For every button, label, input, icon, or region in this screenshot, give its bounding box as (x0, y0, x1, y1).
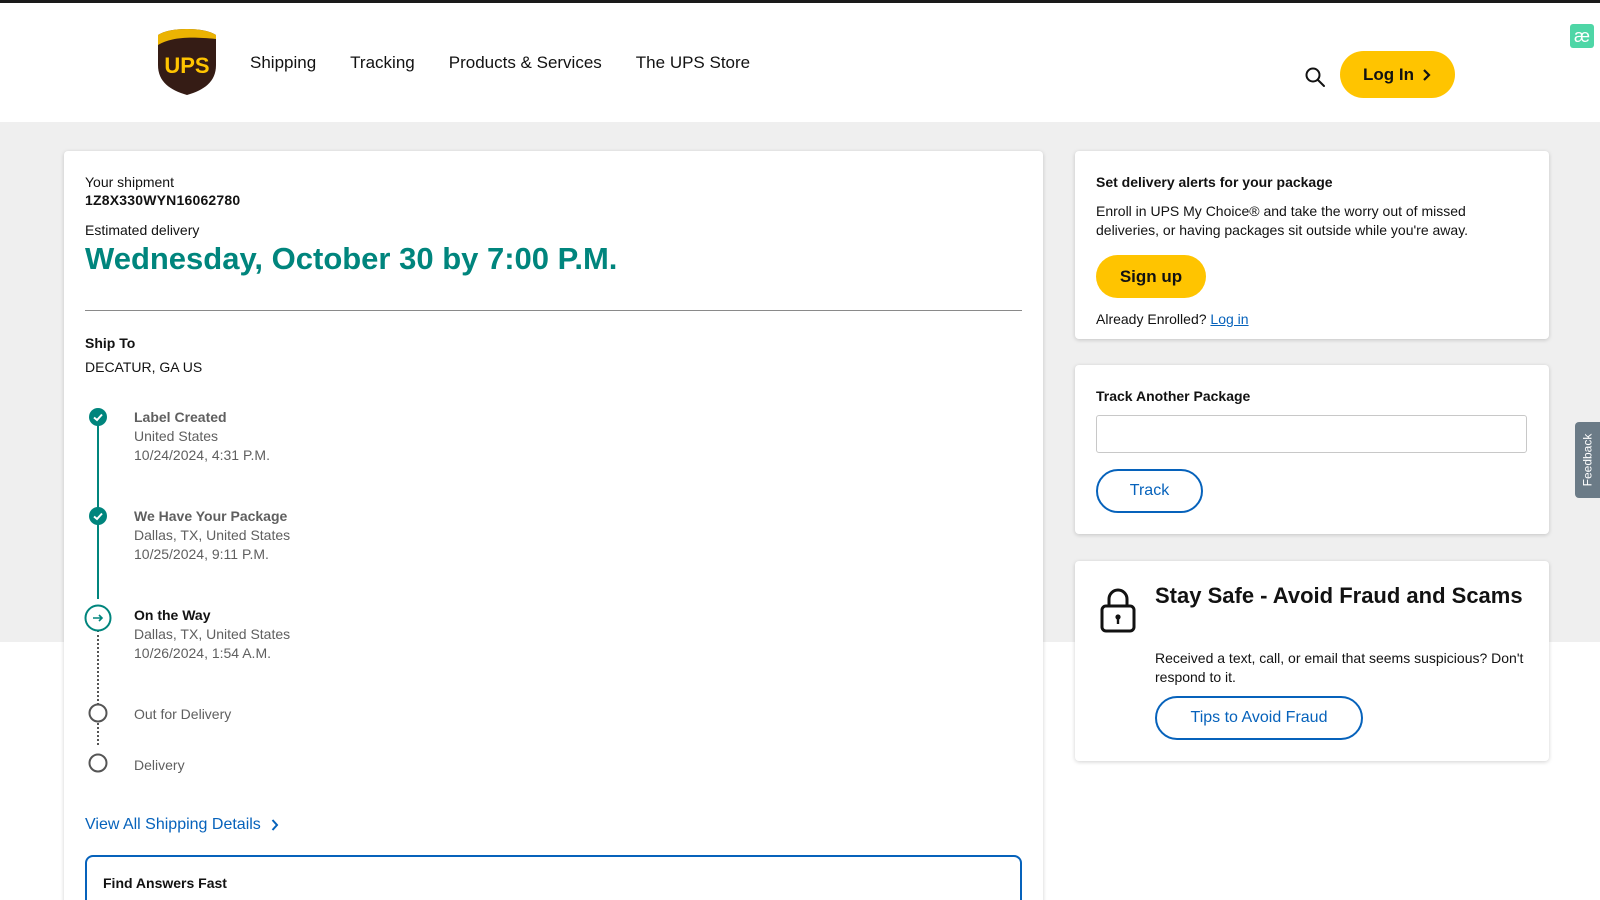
sign-up-button[interactable]: Sign up (1096, 255, 1206, 298)
lock-icon (1100, 588, 1136, 633)
view-all-shipping-details-link[interactable]: View All Shipping Details (85, 816, 279, 834)
timeline-step-title: We Have Your Package (134, 508, 288, 524)
arrow-circle-icon (84, 604, 112, 632)
main-nav: Shipping Tracking Products & Services Th… (250, 53, 750, 73)
search-icon[interactable] (1304, 66, 1326, 88)
check-circle-icon (89, 507, 107, 525)
timeline-step-datetime: 10/24/2024, 4:31 P.M. (134, 447, 270, 463)
ship-to-label: Ship To (85, 335, 136, 351)
check-circle-icon (89, 408, 107, 426)
site-header: UPS Shipping Tracking Products & Service… (0, 3, 1600, 120)
login-label: Log In (1363, 64, 1414, 84)
nav-ups-store[interactable]: The UPS Store (636, 53, 750, 73)
estimated-delivery-label: Estimated delivery (85, 222, 200, 238)
extension-badge-icon[interactable]: æ (1570, 24, 1594, 48)
nav-shipping[interactable]: Shipping (250, 53, 316, 73)
ups-logo[interactable]: UPS (156, 27, 218, 97)
tracking-number: 1Z8X330WYN16062780 (85, 192, 241, 208)
your-shipment-label: Your shipment (85, 174, 174, 190)
empty-circle-icon (88, 753, 108, 773)
track-another-title: Track Another Package (1096, 388, 1251, 404)
chevron-right-icon (1423, 68, 1431, 81)
timeline-step-location: Dallas, TX, United States (134, 527, 291, 543)
feedback-label: Feedback (1580, 433, 1595, 487)
fraud-title: Stay Safe - Avoid Fraud and Scams (1155, 583, 1523, 608)
divider (85, 310, 1022, 311)
tips-to-avoid-fraud-button[interactable]: Tips to Avoid Fraud (1155, 696, 1363, 740)
timeline-step-datetime: 10/25/2024, 9:11 P.M. (134, 546, 269, 562)
already-enrolled-text: Already Enrolled? (1096, 311, 1207, 327)
nav-products-services[interactable]: Products & Services (449, 53, 602, 73)
chevron-right-icon (271, 819, 279, 831)
logo-text: UPS (164, 53, 209, 78)
login-button[interactable]: Log In (1340, 51, 1455, 98)
timeline-step-title: Label Created (134, 409, 227, 425)
timeline-step-title: On the Way (134, 607, 211, 623)
timeline-step-location: Dallas, TX, United States (134, 626, 291, 642)
timeline-step-datetime: 10/26/2024, 1:54 A.M. (134, 645, 271, 661)
fraud-body: Received a text, call, or email that see… (1155, 650, 1524, 685)
timeline-step-location: United States (134, 428, 219, 444)
find-answers-title: Find Answers Fast (103, 875, 227, 891)
timeline-step-title: Delivery (134, 757, 185, 773)
view-all-label: View All Shipping Details (85, 816, 261, 833)
ship-to-value: DECATUR, GA US (85, 359, 203, 375)
tracking-number-input[interactable] (1096, 415, 1527, 453)
estimated-delivery-date: Wednesday, October 30 by 7:00 P.M. (85, 241, 618, 276)
enrolled-login-link[interactable]: Log in (1210, 311, 1248, 327)
alerts-body: Enroll in UPS My Choice® and take the wo… (1096, 203, 1469, 238)
nav-tracking[interactable]: Tracking (350, 53, 415, 73)
already-enrolled: Already Enrolled? Log in (1096, 311, 1249, 327)
feedback-tab[interactable]: Feedback (1575, 422, 1600, 498)
timeline-pending-line (97, 630, 99, 745)
empty-circle-icon (88, 703, 108, 723)
alerts-title: Set delivery alerts for your package (1096, 174, 1333, 190)
track-button[interactable]: Track (1096, 469, 1203, 513)
timeline-step-title: Out for Delivery (134, 706, 232, 722)
